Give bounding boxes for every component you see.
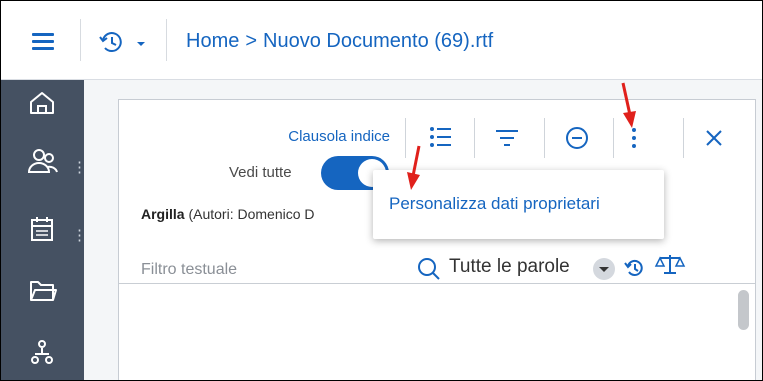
chevron-down-icon bbox=[137, 42, 145, 46]
app-window: Home > Nuovo Documento (69).rtf ⋮ ⋮ Clau… bbox=[0, 0, 763, 381]
annotation-arrow-icon bbox=[621, 82, 636, 128]
toolbar-divider bbox=[80, 19, 81, 61]
subject-name: Argilla bbox=[141, 206, 185, 222]
sidebar-item-people[interactable]: ⋮ bbox=[1, 142, 87, 198]
sidebar-item-calendar[interactable]: ⋮ bbox=[1, 210, 87, 266]
close-icon bbox=[706, 130, 722, 146]
history-icon bbox=[99, 32, 145, 53]
scope-dropdown-button[interactable] bbox=[593, 258, 615, 280]
scale-icon[interactable] bbox=[653, 252, 687, 278]
sidebar-item-home[interactable] bbox=[1, 84, 84, 140]
breadcrumb-home-link[interactable]: Home bbox=[186, 30, 239, 52]
customize-owner-data-menu-item[interactable]: Personalizza dati proprietari bbox=[389, 194, 600, 214]
minus-circle-icon bbox=[566, 127, 588, 149]
toolbar-divider bbox=[544, 118, 545, 158]
sidebar-item-folder[interactable] bbox=[1, 270, 84, 326]
search-icon[interactable] bbox=[415, 254, 443, 282]
breadcrumb: Home > Nuovo Documento (69).rtf bbox=[186, 30, 493, 53]
toolbar-divider bbox=[474, 118, 475, 158]
subject-authors: (Autori: Domenico D bbox=[188, 206, 315, 222]
home-icon bbox=[30, 92, 54, 114]
collapse-button[interactable] bbox=[558, 119, 596, 155]
text-filter-input[interactable]: Filtro testuale bbox=[141, 261, 237, 279]
search-options: Tutte le parole bbox=[415, 250, 735, 282]
sidebar-item-org[interactable] bbox=[1, 330, 84, 380]
org-chart-icon bbox=[31, 340, 53, 364]
scrollbar-thumb[interactable] bbox=[738, 290, 749, 330]
list-icon bbox=[430, 127, 451, 147]
filter-button[interactable] bbox=[488, 119, 526, 155]
hamburger-menu-button[interactable] bbox=[32, 31, 56, 51]
close-button[interactable] bbox=[696, 119, 734, 155]
folder-icon bbox=[30, 281, 57, 301]
search-scope-select[interactable]: Tutte le parole bbox=[449, 256, 570, 278]
history-button[interactable] bbox=[97, 26, 157, 60]
filter-icon bbox=[496, 130, 518, 146]
top-bar: Home > Nuovo Documento (69).rtf bbox=[1, 1, 762, 80]
list-view-button[interactable] bbox=[421, 119, 459, 155]
history-icon[interactable] bbox=[621, 255, 649, 281]
subject-info: Argilla (Autori: Domenico D bbox=[141, 206, 315, 222]
breadcrumb-separator: > bbox=[245, 30, 258, 52]
show-all-label: Vedi tutte bbox=[229, 164, 292, 181]
panel-divider bbox=[119, 283, 755, 284]
annotation-arrow-icon bbox=[407, 145, 421, 190]
breadcrumb-document[interactable]: Nuovo Documento (69).rtf bbox=[263, 30, 493, 52]
sidebar: ⋮ ⋮ bbox=[1, 80, 87, 380]
toolbar-divider bbox=[613, 118, 614, 158]
toolbar-divider bbox=[166, 19, 167, 61]
clause-panel: Clausola indice Vedi tutte Argilla (Auto… bbox=[118, 99, 756, 380]
clause-index-link[interactable]: Clausola indice bbox=[262, 128, 390, 145]
toolbar-divider bbox=[683, 118, 684, 158]
